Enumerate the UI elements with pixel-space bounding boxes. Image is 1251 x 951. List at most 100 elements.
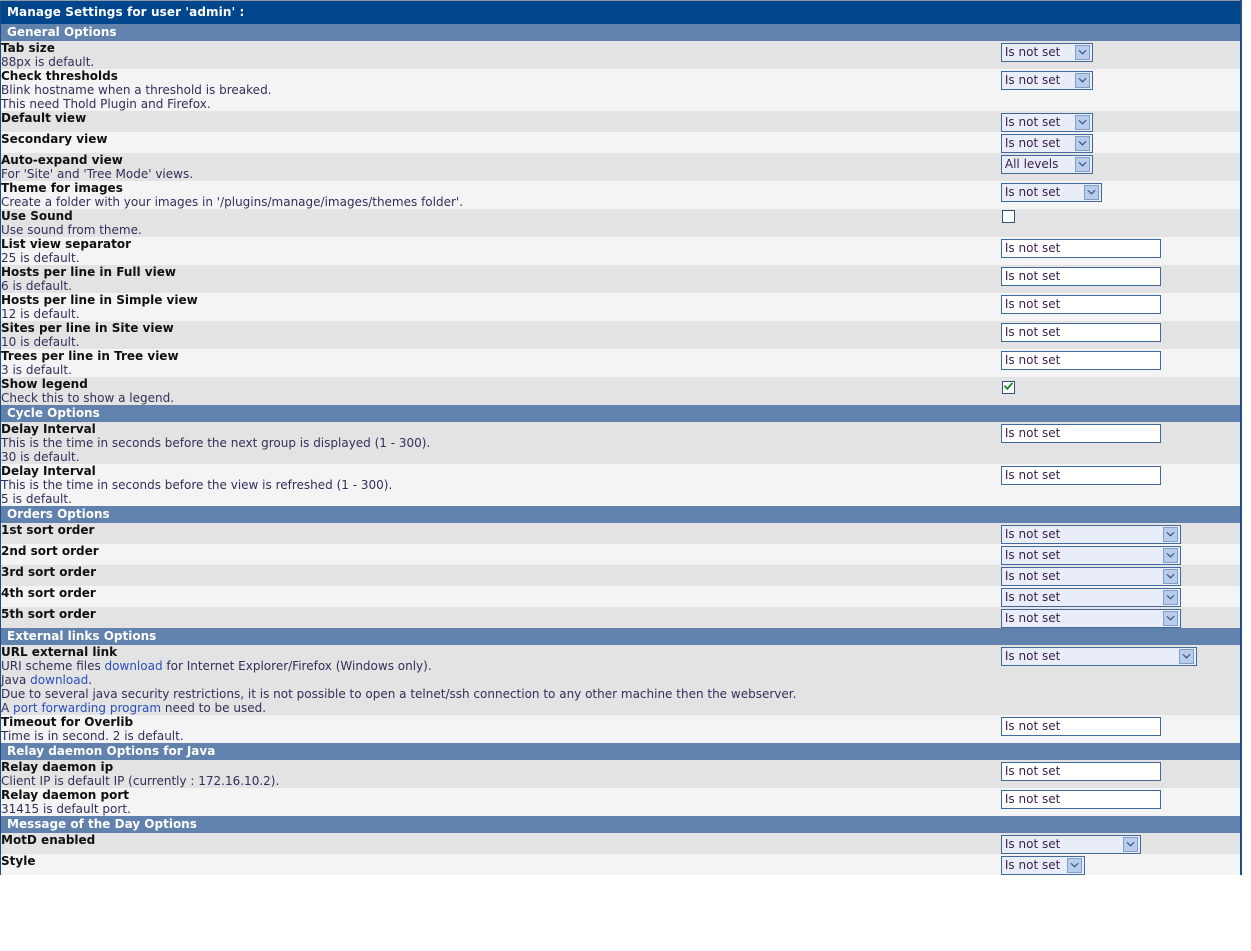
option-title: 5th sort order [1, 607, 96, 621]
option-row: Show legend Check this to show a legend. [0, 377, 1241, 405]
chevron-down-icon[interactable] [1162, 569, 1178, 584]
chevron-down-icon[interactable] [1074, 157, 1090, 172]
option-row: MotD enabled Is not set [0, 833, 1241, 854]
description-text: Due to several java security restriction… [1, 687, 797, 701]
link-download[interactable]: download [105, 659, 163, 673]
section-header-general: General Options [0, 24, 1241, 41]
chevron-down-icon[interactable] [1162, 590, 1178, 605]
chevron-down-icon-glyph [1182, 654, 1191, 659]
option-control-cell [1000, 209, 1241, 237]
select-orders-1[interactable]: Is not set [1000, 546, 1181, 565]
select-motd-1[interactable]: Is not set [1000, 856, 1085, 875]
text-input-cycle-1[interactable] [1000, 465, 1161, 485]
text-input-relay-0[interactable] [1000, 761, 1161, 781]
select-general-2[interactable]: Is not set [1000, 113, 1093, 132]
option-control-cell [1000, 293, 1241, 321]
option-description: 3 is default. [1, 363, 72, 377]
section-header-label: Relay daemon Options for Java [0, 743, 1241, 760]
option-label-cell: Tab size 88px is default. [0, 41, 1001, 69]
manage-settings-table: Manage Settings for user 'admin' : Gener… [0, 0, 1242, 875]
option-row: 2nd sort order Is not set [0, 544, 1241, 565]
option-row: 1st sort order Is not set [0, 523, 1241, 544]
option-row: Theme for images Create a folder with you… [0, 181, 1241, 209]
option-title: 2nd sort order [1, 544, 99, 558]
chevron-down-icon[interactable] [1162, 548, 1178, 563]
checkbox-general-12[interactable] [1001, 380, 1015, 394]
option-description: 12 is default. [1, 307, 80, 321]
select-orders-0[interactable]: Is not set [1000, 525, 1181, 544]
option-control-cell: Is not set [1000, 111, 1241, 132]
select-value: Is not set [1004, 548, 1061, 562]
option-row: Default view Is not set [0, 111, 1241, 132]
text-input-general-9[interactable] [1000, 294, 1161, 314]
checkbox-general-6[interactable] [1001, 210, 1015, 223]
chevron-down-icon[interactable] [1074, 115, 1090, 130]
select-general-3[interactable]: Is not set [1000, 134, 1093, 153]
select-value: Is not set [1004, 569, 1061, 583]
option-label-cell: Theme for images Create a folder with you… [0, 181, 1001, 209]
option-control-cell: Is not set [1000, 854, 1241, 875]
option-title: MotD enabled [1, 833, 96, 847]
description-text: . [88, 673, 93, 687]
chevron-down-icon[interactable] [1074, 73, 1090, 88]
select-orders-4[interactable]: Is not set [1000, 609, 1181, 628]
chevron-down-icon[interactable] [1066, 858, 1082, 873]
option-control-cell: Is not set [1000, 607, 1241, 628]
option-control-cell [1000, 265, 1241, 293]
text-input-general-11[interactable] [1000, 350, 1161, 370]
option-description: Client IP is default IP (currently : 172… [1, 774, 280, 788]
option-label-cell: Hosts per line in Simple view 12 is defau… [0, 293, 1001, 321]
select-orders-3[interactable]: Is not set [1000, 588, 1181, 607]
select-general-1[interactable]: Is not set [1000, 71, 1093, 90]
text-input-relay-1[interactable] [1000, 789, 1161, 809]
chevron-down-icon[interactable] [1162, 611, 1178, 626]
link-port-forwarding-program[interactable]: port forwarding program [13, 701, 161, 715]
text-input-general-7[interactable] [1000, 238, 1161, 258]
section-header-label: Orders Options [0, 506, 1241, 523]
select-value: Is not set [1004, 590, 1061, 604]
select-value: Is not set [1004, 649, 1061, 663]
chevron-down-icon[interactable] [1083, 185, 1099, 200]
option-row: Trees per line in Tree view 3 is default. [0, 349, 1241, 377]
option-title: Auto-expand view [1, 153, 123, 167]
option-control-cell: Is not set [1000, 833, 1241, 854]
chevron-down-icon[interactable] [1074, 136, 1090, 151]
text-input-cycle-0[interactable] [1000, 423, 1161, 443]
text-input-external-1[interactable] [1000, 716, 1161, 736]
link-download[interactable]: download [30, 673, 88, 687]
option-description: Check this to show a legend. [1, 391, 175, 405]
option-title: URL external link [1, 645, 118, 659]
option-row: 3rd sort order Is not set [0, 565, 1241, 586]
option-row: Delay Interval This is the time in second… [0, 422, 1241, 464]
option-title: Relay daemon port [1, 788, 130, 802]
option-title: Timeout for Overlib [1, 715, 134, 729]
option-row: Timeout for Overlib Time is in second. 2 … [0, 715, 1241, 743]
option-title: Check thresholds [1, 69, 118, 83]
option-label-cell: Hosts per line in Full view 6 is default. [0, 265, 1001, 293]
select-value: Is not set [1004, 837, 1061, 851]
text-input-general-10[interactable] [1000, 322, 1161, 342]
select-external-0[interactable]: Is not set [1000, 647, 1197, 666]
option-description: Use sound from theme. [1, 223, 142, 237]
select-motd-0[interactable]: Is not set [1000, 835, 1141, 854]
chevron-down-icon[interactable] [1162, 527, 1178, 542]
chevron-down-icon[interactable] [1074, 45, 1090, 60]
select-general-4[interactable]: All levels [1000, 155, 1093, 174]
option-row: Tab size 88px is default. Is not set [0, 41, 1241, 69]
select-general-5[interactable]: Is not set [1000, 183, 1102, 202]
chevron-down-icon[interactable] [1122, 837, 1138, 852]
chevron-down-icon[interactable] [1178, 649, 1194, 664]
select-general-0[interactable]: Is not set [1000, 43, 1093, 62]
section-header-orders: Orders Options [0, 506, 1241, 523]
option-description: Create a folder with your images in '/pl… [1, 195, 464, 209]
option-title: Theme for images [1, 181, 123, 195]
option-control-cell: All levels [1000, 153, 1241, 181]
option-control-cell [1000, 788, 1241, 816]
select-orders-2[interactable]: Is not set [1000, 567, 1181, 586]
option-control-cell: Is not set [1000, 565, 1241, 586]
option-row: 4th sort order Is not set [0, 586, 1241, 607]
option-label-cell: Default view [0, 111, 1001, 132]
option-control-cell: Is not set [1000, 41, 1241, 69]
text-input-general-8[interactable] [1000, 266, 1161, 286]
description-text: for Internet Explorer/Firefox (Windows o… [162, 659, 432, 673]
